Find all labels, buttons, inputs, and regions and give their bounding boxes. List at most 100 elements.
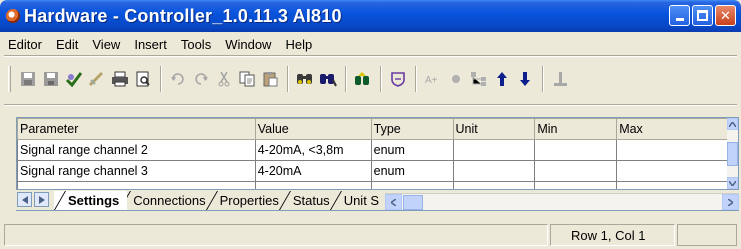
property-table: Parameter Value Type Unit Min Max Signal… bbox=[17, 118, 728, 189]
cell-unit[interactable] bbox=[452, 139, 536, 161]
cut-icon[interactable] bbox=[213, 68, 235, 90]
tab-properties[interactable]: Properties bbox=[205, 191, 287, 210]
cell-value[interactable]: 4-20mA bbox=[254, 160, 372, 182]
navigate-icon[interactable] bbox=[352, 68, 374, 90]
minimize-icon bbox=[675, 18, 684, 21]
tab-prev-button[interactable] bbox=[17, 192, 32, 207]
grid-viewport: Parameter Value Type Unit Min Max Signal… bbox=[17, 118, 728, 189]
cell-unit[interactable] bbox=[452, 160, 536, 182]
cell-max[interactable] bbox=[616, 160, 728, 182]
cell-value[interactable]: 4-20mA, <3,8m bbox=[254, 139, 372, 161]
cell-value[interactable] bbox=[254, 181, 372, 189]
toolbar-separator bbox=[542, 66, 544, 92]
window-controls: ✕ bbox=[669, 5, 736, 26]
cell-min[interactable] bbox=[534, 181, 618, 189]
column-header-value[interactable]: Value bbox=[254, 118, 372, 140]
cell-type[interactable]: enum bbox=[370, 139, 454, 161]
property-grid: Parameter Value Type Unit Min Max Signal… bbox=[16, 117, 739, 190]
cell-type[interactable] bbox=[370, 181, 454, 189]
anchor-icon[interactable] bbox=[549, 68, 571, 90]
scroll-right-button[interactable] bbox=[722, 194, 739, 210]
close-button[interactable]: ✕ bbox=[715, 5, 736, 26]
tab-unit-settings[interactable]: Unit S bbox=[329, 191, 382, 210]
toolbar-separator bbox=[160, 66, 162, 92]
tab-next-button[interactable] bbox=[34, 192, 49, 207]
minimize-button[interactable] bbox=[669, 5, 690, 26]
table-row[interactable]: Signal range channel 3 4-20mA enum bbox=[17, 160, 728, 182]
redo-icon[interactable] bbox=[190, 68, 212, 90]
maximize-icon bbox=[697, 10, 708, 21]
toolbar-separator bbox=[345, 66, 347, 92]
menu-view[interactable]: View bbox=[85, 37, 127, 52]
cell-max[interactable] bbox=[616, 181, 728, 189]
toolbar-grip[interactable] bbox=[8, 66, 11, 92]
save-icon[interactable] bbox=[40, 68, 62, 90]
title-bar[interactable]: Hardware - Controller_1.0.11.3 AI810 ✕ bbox=[0, 0, 741, 32]
table-row[interactable]: Signal range channel 2 4-20mA, <3,8m enu… bbox=[17, 139, 728, 161]
vertical-scrollbar[interactable] bbox=[727, 118, 738, 189]
scroll-up-button[interactable] bbox=[727, 118, 738, 130]
print-preview-icon[interactable] bbox=[132, 68, 154, 90]
menu-editor[interactable]: Editor bbox=[4, 37, 49, 52]
undo-icon[interactable] bbox=[167, 68, 189, 90]
toolbar-separator bbox=[380, 66, 382, 92]
circle-icon[interactable] bbox=[445, 68, 467, 90]
menu-separator bbox=[4, 55, 737, 57]
toolbar-separator bbox=[415, 66, 417, 92]
column-header-parameter[interactable]: Parameter bbox=[17, 118, 256, 140]
cell-unit[interactable] bbox=[452, 181, 536, 189]
window-title: Hardware - Controller_1.0.11.3 AI810 bbox=[24, 5, 342, 26]
edit-check-icon[interactable] bbox=[86, 68, 108, 90]
tab-connections[interactable]: Connections bbox=[119, 191, 214, 210]
table-row[interactable] bbox=[17, 181, 728, 189]
cell-min[interactable] bbox=[534, 139, 618, 161]
status-cursor-position: Row 1, Col 1 bbox=[550, 224, 675, 246]
cell-parameter[interactable] bbox=[17, 181, 256, 189]
menu-help[interactable]: Help bbox=[278, 37, 319, 52]
status-extra-pane bbox=[677, 224, 737, 246]
menu-edit[interactable]: Edit bbox=[49, 37, 85, 52]
cell-parameter[interactable]: Signal range channel 2 bbox=[17, 139, 256, 161]
toolbar: A+ bbox=[4, 58, 737, 100]
toolbar-separator-line bbox=[4, 104, 737, 106]
app-icon[interactable] bbox=[6, 9, 20, 23]
menu-insert[interactable]: Insert bbox=[127, 37, 174, 52]
column-header-min[interactable]: Min bbox=[534, 118, 618, 140]
scroll-down-button[interactable] bbox=[727, 177, 738, 189]
paste-icon[interactable] bbox=[259, 68, 281, 90]
column-header-max[interactable]: Max bbox=[616, 118, 728, 140]
find-icon[interactable] bbox=[294, 68, 316, 90]
font-size-icon[interactable]: A+ bbox=[422, 68, 444, 90]
svg-text:A+: A+ bbox=[425, 75, 438, 86]
copy-icon[interactable] bbox=[236, 68, 258, 90]
shield-icon[interactable] bbox=[387, 68, 409, 90]
status-bar: Row 1, Col 1 bbox=[0, 222, 741, 249]
status-message-pane bbox=[4, 224, 548, 246]
column-header-unit[interactable]: Unit bbox=[452, 118, 536, 140]
cell-parameter[interactable]: Signal range channel 3 bbox=[17, 160, 256, 182]
menu-tools[interactable]: Tools bbox=[174, 37, 218, 52]
maximize-button[interactable] bbox=[692, 5, 713, 26]
toolbar-separator bbox=[287, 66, 289, 92]
menu-window[interactable]: Window bbox=[218, 37, 278, 52]
horizontal-scrollbar[interactable] bbox=[385, 193, 739, 210]
menu-bar: Editor Edit View Insert Tools Window Hel… bbox=[4, 34, 737, 54]
hierarchy-icon[interactable] bbox=[468, 68, 490, 90]
find-replace-icon[interactable] bbox=[317, 68, 339, 90]
close-icon: ✕ bbox=[720, 8, 731, 23]
cell-type[interactable]: enum bbox=[370, 160, 454, 182]
scroll-left-button[interactable] bbox=[385, 194, 403, 210]
arrow-up-icon[interactable] bbox=[491, 68, 513, 90]
horizontal-scroll-thumb[interactable] bbox=[403, 194, 424, 210]
print-icon[interactable] bbox=[109, 68, 131, 90]
sheet-tab-strip: Settings Connections Properties Status U… bbox=[16, 190, 739, 211]
table-header-row: Parameter Value Type Unit Min Max bbox=[17, 118, 728, 140]
cell-max[interactable] bbox=[616, 139, 728, 161]
column-header-type[interactable]: Type bbox=[370, 118, 454, 140]
cell-min[interactable] bbox=[534, 160, 618, 182]
scroll-thumb[interactable] bbox=[727, 142, 738, 166]
check-icon[interactable] bbox=[63, 68, 85, 90]
tab-settings[interactable]: Settings bbox=[54, 191, 128, 210]
save-all-icon[interactable] bbox=[17, 68, 39, 90]
arrow-down-icon[interactable] bbox=[514, 68, 536, 90]
